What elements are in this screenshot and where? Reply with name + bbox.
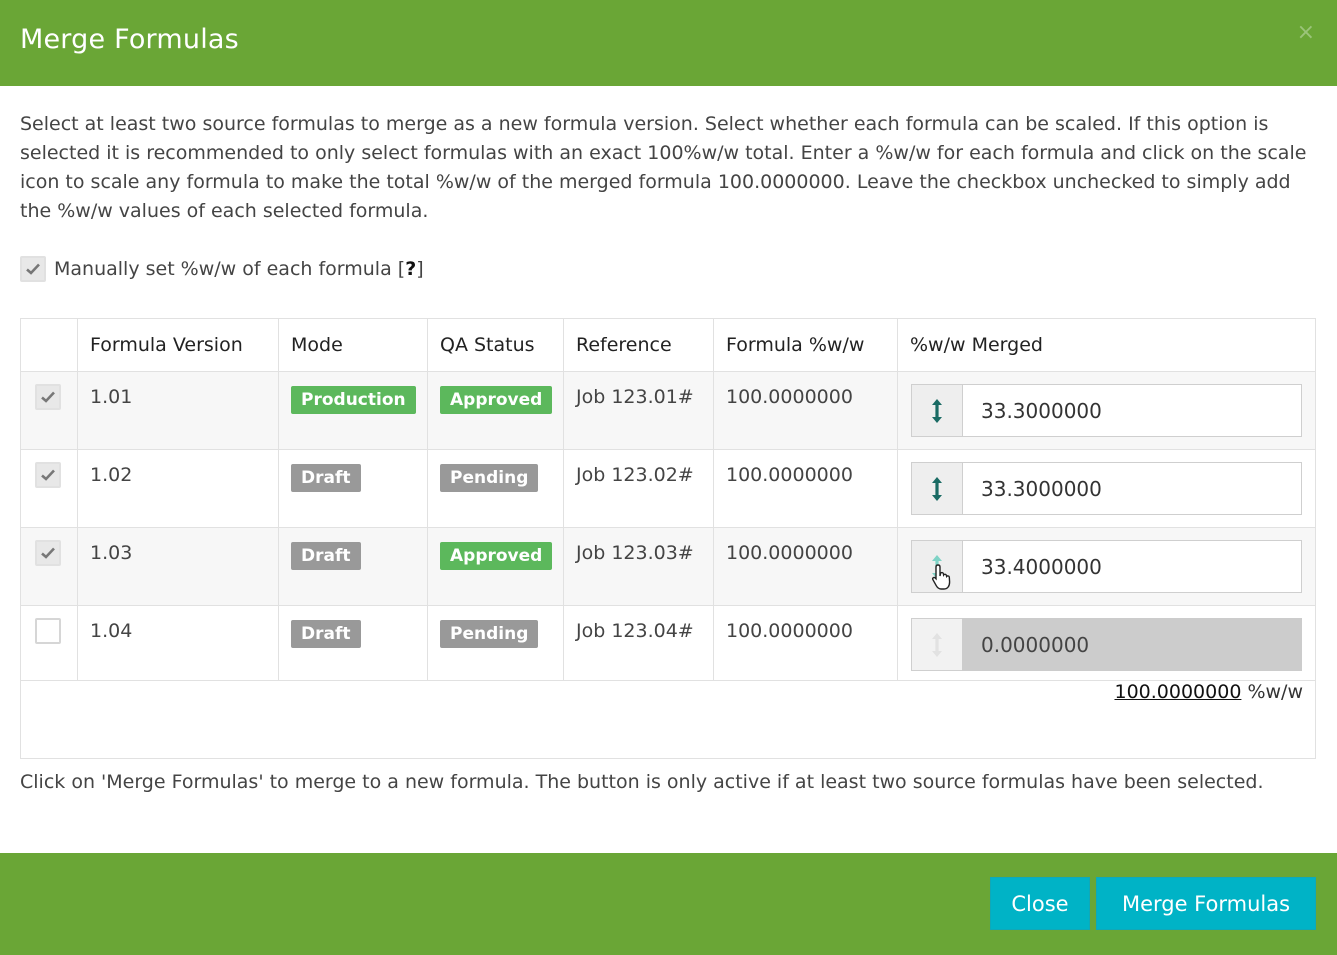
check-icon	[41, 469, 55, 481]
qa-status-badge: Pending	[440, 620, 539, 648]
check-icon	[41, 547, 55, 559]
row-select-checkbox[interactable]	[35, 462, 61, 488]
close-icon[interactable]: ×	[1297, 22, 1315, 44]
outro-text: Click on 'Merge Formulas' to merge to a …	[20, 771, 1264, 793]
help-link[interactable]: ?	[405, 258, 416, 280]
merged-ww-group	[911, 540, 1302, 593]
check-icon	[41, 391, 55, 403]
scale-button[interactable]	[911, 462, 962, 515]
merged-ww-input[interactable]	[962, 540, 1302, 593]
formula-ww-cell: 100.0000000	[713, 527, 898, 606]
table-header-row: Formula Version Mode QA Status Reference…	[20, 318, 1316, 372]
vertical-arrows-icon	[932, 632, 942, 657]
reference-cell: Job 123.03#	[563, 527, 714, 606]
mode-badge: Draft	[291, 464, 361, 492]
dialog-body: Select at least two source formulas to m…	[0, 86, 1337, 853]
manual-set-label: Manually set %w/w of each formula [?]	[54, 258, 424, 280]
merged-ww-group	[911, 462, 1302, 515]
formula-ww-cell: 100.0000000	[713, 371, 898, 450]
scale-button[interactable]	[911, 540, 962, 593]
formula-table: Formula Version Mode QA Status Reference…	[20, 318, 1316, 759]
version-cell: 1.03	[77, 527, 279, 606]
vertical-arrows-icon	[932, 554, 942, 579]
vertical-arrows-icon	[932, 398, 942, 423]
qa-status-badge: Pending	[440, 464, 539, 492]
reference-cell: Job 123.04#	[563, 605, 714, 681]
qa-status-badge: Approved	[440, 386, 553, 414]
column-header-select	[20, 318, 78, 372]
intro-text: Select at least two source formulas to m…	[20, 113, 1307, 222]
row-select-checkbox[interactable]	[35, 540, 61, 566]
manual-set-checkbox[interactable]	[20, 256, 46, 282]
dialog-header: Merge Formulas ×	[0, 0, 1337, 86]
version-cell: 1.02	[77, 449, 279, 528]
merge-formulas-button[interactable]: Merge Formulas	[1096, 877, 1316, 930]
merged-ww-input[interactable]	[962, 462, 1302, 515]
reference-cell: Job 123.02#	[563, 449, 714, 528]
merged-ww-input[interactable]	[962, 618, 1302, 671]
dialog-title: Merge Formulas	[20, 24, 239, 55]
manual-set-option: Manually set %w/w of each formula [?]	[20, 256, 1317, 282]
merged-ww-input[interactable]	[962, 384, 1302, 437]
total-unit: %w/w	[1241, 681, 1303, 703]
scale-button[interactable]	[911, 618, 962, 671]
table-row: 1.02 Draft Pending Job 123.02# 100.00000…	[20, 449, 1316, 528]
table-row: 1.01 Production Approved Job 123.01# 100…	[20, 371, 1316, 450]
column-header-merged: %w/w Merged	[897, 318, 1316, 372]
mode-badge: Production	[291, 386, 416, 414]
formula-ww-cell: 100.0000000	[713, 605, 898, 681]
merge-formulas-dialog: Merge Formulas × Select at least two sou…	[0, 0, 1337, 955]
row-select-checkbox[interactable]	[35, 618, 61, 644]
column-header-version: Formula Version	[77, 318, 279, 372]
table-row: 1.03 Draft Approved Job 123.03# 100.0000…	[20, 527, 1316, 606]
merged-ww-group	[911, 384, 1302, 437]
close-button[interactable]: Close	[990, 877, 1090, 930]
version-cell: 1.04	[77, 605, 279, 681]
scale-button[interactable]	[911, 384, 962, 437]
version-cell: 1.01	[77, 371, 279, 450]
dialog-footer: Close Merge Formulas	[0, 853, 1337, 955]
table-row: 1.04 Draft Pending Job 123.04# 100.00000…	[20, 605, 1316, 681]
row-select-checkbox[interactable]	[35, 384, 61, 410]
vertical-arrows-icon	[932, 476, 942, 501]
check-icon	[26, 263, 40, 275]
column-header-qa-status: QA Status	[427, 318, 564, 372]
total-value: 100.0000000	[1114, 681, 1242, 703]
mode-badge: Draft	[291, 542, 361, 570]
column-header-mode: Mode	[278, 318, 428, 372]
reference-cell: Job 123.01#	[563, 371, 714, 450]
column-header-formula-ww: Formula %w/w	[713, 318, 898, 372]
column-header-reference: Reference	[563, 318, 714, 372]
total-row: 100.0000000 %w/w	[20, 680, 1316, 759]
qa-status-badge: Approved	[440, 542, 553, 570]
formula-ww-cell: 100.0000000	[713, 449, 898, 528]
mode-badge: Draft	[291, 620, 361, 648]
merged-ww-group	[911, 618, 1302, 671]
